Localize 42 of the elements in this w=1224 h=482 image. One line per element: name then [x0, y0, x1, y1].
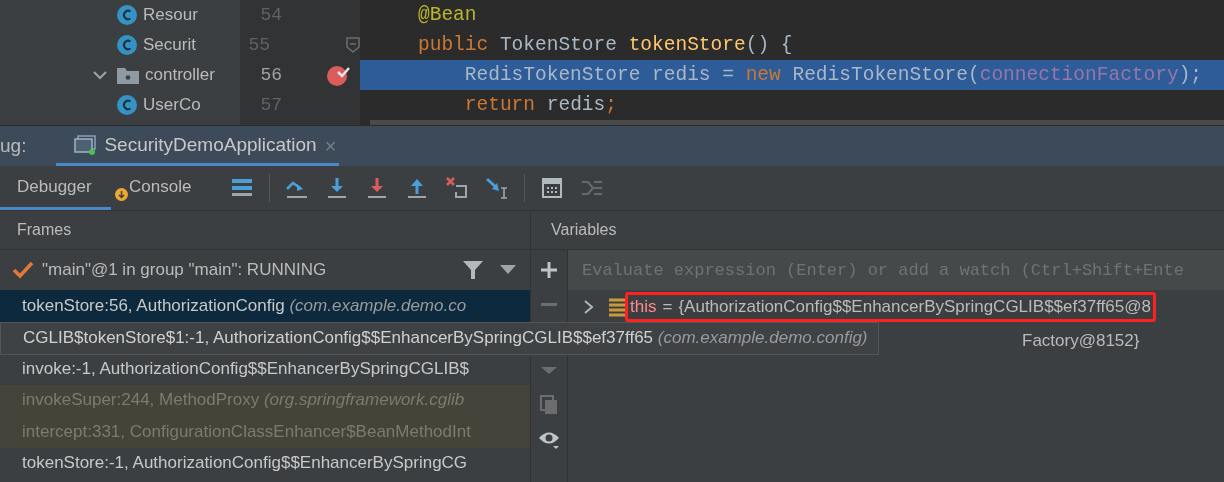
class-icon [116, 4, 138, 26]
tab[interactable]: Console [111, 166, 210, 210]
minus-icon [541, 302, 557, 306]
code-line: return redis; [463, 93, 618, 118]
field-icon [608, 297, 626, 317]
tooltip: CGLIB$tokenStore$1:-1, AuthorizationConfig$$EnhancerBySpringCGLIB$$ef37ff65 (com.example.demo.config) [0, 321, 879, 355]
folder-icon [116, 65, 140, 85]
scrollbar[interactable] [370, 120, 1224, 125]
window-icon [74, 134, 97, 155]
frame-row[interactable]: tokenStore:56, AuthorizationConfig (com.example.demo.co [0, 290, 530, 322]
panel-title: Frames [17, 221, 72, 239]
run-to-cursor-icon [485, 176, 510, 200]
fold-marker-icon[interactable] [346, 37, 360, 53]
frame-row[interactable]: invoke:-1, AuthorizationConfig$$EnhancerBySpringCGLIB$ [0, 353, 530, 385]
caret-icon[interactable] [500, 265, 516, 275]
plus-icon [538, 259, 560, 281]
panel-title: ug: [0, 134, 27, 158]
calculator-icon [540, 176, 565, 200]
tab[interactable]: Debugger [0, 166, 111, 210]
copy-icon [538, 393, 560, 415]
code-line: @Bean [417, 3, 478, 28]
breakpoint-icon[interactable] [326, 63, 350, 87]
class-icon [116, 34, 138, 56]
triangle-down-icon [541, 366, 557, 374]
drop-frame-icon [445, 176, 470, 200]
tree-item-label[interactable]: Resour [143, 5, 198, 25]
equals-sign: = [662, 297, 673, 317]
frame-row[interactable]: tokenStore:-1, AuthorizationConfig$$EnhancerBySpringCG [0, 447, 530, 479]
check-icon [12, 261, 34, 279]
tree-item-label[interactable]: controller [145, 65, 215, 85]
class-icon [116, 94, 138, 116]
variable-value: {AuthorizationConfig$$EnhancerBySpringCGLIB$$ef37ff65@8 [678, 297, 1151, 317]
tree-item-label[interactable]: Securit [143, 35, 196, 55]
code-line: public TokenStore tokenStore() { [417, 33, 794, 58]
thread-selector[interactable]: "main"@1 in group "main": RUNNING [42, 260, 462, 280]
chevron-right-icon[interactable] [582, 299, 596, 315]
variable-value: Factory@8152} [1022, 331, 1140, 351]
tree-item-label[interactable]: UserCo [143, 95, 201, 115]
filter-icon[interactable] [462, 259, 484, 281]
line-number: 56 [259, 65, 282, 85]
panel-title: Variables [551, 221, 617, 239]
variable-name: this [630, 297, 657, 317]
